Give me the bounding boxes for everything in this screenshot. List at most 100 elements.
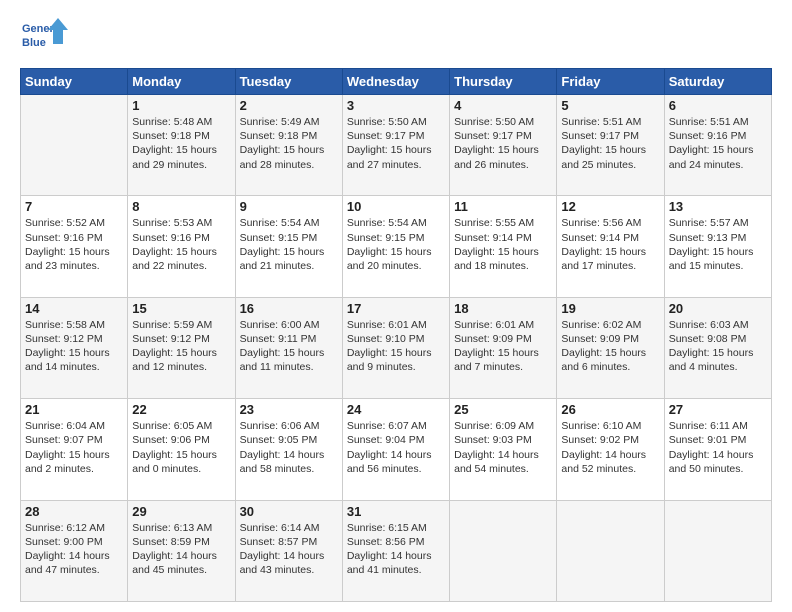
day-info: Sunrise: 6:12 AM Sunset: 9:00 PM Dayligh…: [25, 521, 123, 578]
calendar-cell: 8 Sunrise: 5:53 AM Sunset: 9:16 PM Daylig…: [128, 196, 235, 297]
calendar-cell: 1 Sunrise: 5:48 AM Sunset: 9:18 PM Daylig…: [128, 95, 235, 196]
calendar-cell: 24 Sunrise: 6:07 AM Sunset: 9:04 PM Dayli…: [342, 399, 449, 500]
calendar-cell: 25 Sunrise: 6:09 AM Sunset: 9:03 PM Dayli…: [450, 399, 557, 500]
calendar-cell: 3 Sunrise: 5:50 AM Sunset: 9:17 PM Daylig…: [342, 95, 449, 196]
day-info: Sunrise: 5:49 AM Sunset: 9:18 PM Dayligh…: [240, 115, 338, 172]
calendar-cell: [450, 500, 557, 601]
day-info: Sunrise: 5:55 AM Sunset: 9:14 PM Dayligh…: [454, 216, 552, 273]
day-number: 3: [347, 98, 445, 113]
calendar-cell: [557, 500, 664, 601]
calendar-header-thursday: Thursday: [450, 69, 557, 95]
day-info: Sunrise: 6:15 AM Sunset: 8:56 PM Dayligh…: [347, 521, 445, 578]
calendar-cell: 13Sunrise: 5:57 AM Sunset: 9:13 PM Dayli…: [664, 196, 771, 297]
day-info: Sunrise: 5:51 AM Sunset: 9:17 PM Dayligh…: [561, 115, 659, 172]
day-info: Sunrise: 5:53 AM Sunset: 9:16 PM Dayligh…: [132, 216, 230, 273]
day-number: 23: [240, 402, 338, 417]
day-number: 5: [561, 98, 659, 113]
day-info: Sunrise: 6:03 AM Sunset: 9:08 PM Dayligh…: [669, 318, 767, 375]
day-number: 8: [132, 199, 230, 214]
calendar-header-monday: Monday: [128, 69, 235, 95]
calendar-cell: 2 Sunrise: 5:49 AM Sunset: 9:18 PM Daylig…: [235, 95, 342, 196]
day-info: Sunrise: 5:48 AM Sunset: 9:18 PM Dayligh…: [132, 115, 230, 172]
calendar-cell: 4 Sunrise: 5:50 AM Sunset: 9:17 PM Daylig…: [450, 95, 557, 196]
logo-svg: General Blue: [20, 16, 70, 58]
calendar-header-friday: Friday: [557, 69, 664, 95]
calendar-header-wednesday: Wednesday: [342, 69, 449, 95]
day-number: 22: [132, 402, 230, 417]
day-number: 24: [347, 402, 445, 417]
day-number: 11: [454, 199, 552, 214]
day-info: Sunrise: 5:50 AM Sunset: 9:17 PM Dayligh…: [454, 115, 552, 172]
day-info: Sunrise: 6:07 AM Sunset: 9:04 PM Dayligh…: [347, 419, 445, 476]
day-number: 26: [561, 402, 659, 417]
day-info: Sunrise: 6:02 AM Sunset: 9:09 PM Dayligh…: [561, 318, 659, 375]
svg-text:Blue: Blue: [22, 37, 46, 49]
day-info: Sunrise: 6:14 AM Sunset: 8:57 PM Dayligh…: [240, 521, 338, 578]
calendar-cell: 11 Sunrise: 5:55 AM Sunset: 9:14 PM Dayli…: [450, 196, 557, 297]
calendar-cell: 31 Sunrise: 6:15 AM Sunset: 8:56 PM Dayli…: [342, 500, 449, 601]
day-number: 17: [347, 301, 445, 316]
calendar-cell: 18Sunrise: 6:01 AM Sunset: 9:09 PM Dayli…: [450, 297, 557, 398]
day-number: 12: [561, 199, 659, 214]
day-number: 21: [25, 402, 123, 417]
day-number: 31: [347, 504, 445, 519]
day-number: 19: [561, 301, 659, 316]
day-number: 29: [132, 504, 230, 519]
day-number: 13: [669, 199, 767, 214]
day-number: 7: [25, 199, 123, 214]
week-row-3: 14 Sunrise: 5:58 AM Sunset: 9:12 PM Dayli…: [21, 297, 772, 398]
day-info: Sunrise: 6:11 AM Sunset: 9:01 PM Dayligh…: [669, 419, 767, 476]
calendar-cell: 28 Sunrise: 6:12 AM Sunset: 9:00 PM Dayli…: [21, 500, 128, 601]
day-info: Sunrise: 5:50 AM Sunset: 9:17 PM Dayligh…: [347, 115, 445, 172]
day-info: Sunrise: 6:01 AM Sunset: 9:10 PM Dayligh…: [347, 318, 445, 375]
calendar-cell: 6 Sunrise: 5:51 AM Sunset: 9:16 PM Daylig…: [664, 95, 771, 196]
week-row-5: 28 Sunrise: 6:12 AM Sunset: 9:00 PM Dayli…: [21, 500, 772, 601]
day-info: Sunrise: 6:05 AM Sunset: 9:06 PM Dayligh…: [132, 419, 230, 476]
day-number: 18: [454, 301, 552, 316]
day-info: Sunrise: 6:10 AM Sunset: 9:02 PM Dayligh…: [561, 419, 659, 476]
day-number: 6: [669, 98, 767, 113]
day-info: Sunrise: 5:51 AM Sunset: 9:16 PM Dayligh…: [669, 115, 767, 172]
day-info: Sunrise: 6:06 AM Sunset: 9:05 PM Dayligh…: [240, 419, 338, 476]
calendar-cell: 16Sunrise: 6:00 AM Sunset: 9:11 PM Dayli…: [235, 297, 342, 398]
header: General Blue: [20, 16, 772, 58]
day-info: Sunrise: 5:54 AM Sunset: 9:15 PM Dayligh…: [240, 216, 338, 273]
page: General Blue SundayMondayTuesdayWednesda…: [0, 0, 792, 612]
calendar-cell: 22 Sunrise: 6:05 AM Sunset: 9:06 PM Dayli…: [128, 399, 235, 500]
week-row-1: 1 Sunrise: 5:48 AM Sunset: 9:18 PM Daylig…: [21, 95, 772, 196]
day-info: Sunrise: 5:58 AM Sunset: 9:12 PM Dayligh…: [25, 318, 123, 375]
day-number: 20: [669, 301, 767, 316]
day-number: 9: [240, 199, 338, 214]
day-number: 27: [669, 402, 767, 417]
day-number: 14: [25, 301, 123, 316]
calendar-cell: 21Sunrise: 6:04 AM Sunset: 9:07 PM Dayli…: [21, 399, 128, 500]
calendar-cell: 27 Sunrise: 6:11 AM Sunset: 9:01 PM Dayli…: [664, 399, 771, 500]
day-info: Sunrise: 5:52 AM Sunset: 9:16 PM Dayligh…: [25, 216, 123, 273]
day-number: 10: [347, 199, 445, 214]
day-info: Sunrise: 6:09 AM Sunset: 9:03 PM Dayligh…: [454, 419, 552, 476]
day-number: 1: [132, 98, 230, 113]
day-number: 4: [454, 98, 552, 113]
day-number: 28: [25, 504, 123, 519]
calendar-cell: 14 Sunrise: 5:58 AM Sunset: 9:12 PM Dayli…: [21, 297, 128, 398]
calendar-cell: 7 Sunrise: 5:52 AM Sunset: 9:16 PM Daylig…: [21, 196, 128, 297]
calendar-header-tuesday: Tuesday: [235, 69, 342, 95]
calendar-cell: [21, 95, 128, 196]
calendar-cell: 29Sunrise: 6:13 AM Sunset: 8:59 PM Dayli…: [128, 500, 235, 601]
calendar-cell: 20 Sunrise: 6:03 AM Sunset: 9:08 PM Dayli…: [664, 297, 771, 398]
calendar-cell: 19 Sunrise: 6:02 AM Sunset: 9:09 PM Dayli…: [557, 297, 664, 398]
day-number: 2: [240, 98, 338, 113]
day-info: Sunrise: 6:00 AM Sunset: 9:11 PM Dayligh…: [240, 318, 338, 375]
day-number: 25: [454, 402, 552, 417]
calendar-cell: 15 Sunrise: 5:59 AM Sunset: 9:12 PM Dayli…: [128, 297, 235, 398]
calendar-header-row: SundayMondayTuesdayWednesdayThursdayFrid…: [21, 69, 772, 95]
calendar: SundayMondayTuesdayWednesdayThursdayFrid…: [20, 68, 772, 602]
day-info: Sunrise: 5:59 AM Sunset: 9:12 PM Dayligh…: [132, 318, 230, 375]
week-row-2: 7 Sunrise: 5:52 AM Sunset: 9:16 PM Daylig…: [21, 196, 772, 297]
calendar-header-saturday: Saturday: [664, 69, 771, 95]
logo: General Blue: [20, 16, 70, 58]
calendar-cell: [664, 500, 771, 601]
day-number: 15: [132, 301, 230, 316]
calendar-cell: 5 Sunrise: 5:51 AM Sunset: 9:17 PM Daylig…: [557, 95, 664, 196]
calendar-cell: 12Sunrise: 5:56 AM Sunset: 9:14 PM Dayli…: [557, 196, 664, 297]
